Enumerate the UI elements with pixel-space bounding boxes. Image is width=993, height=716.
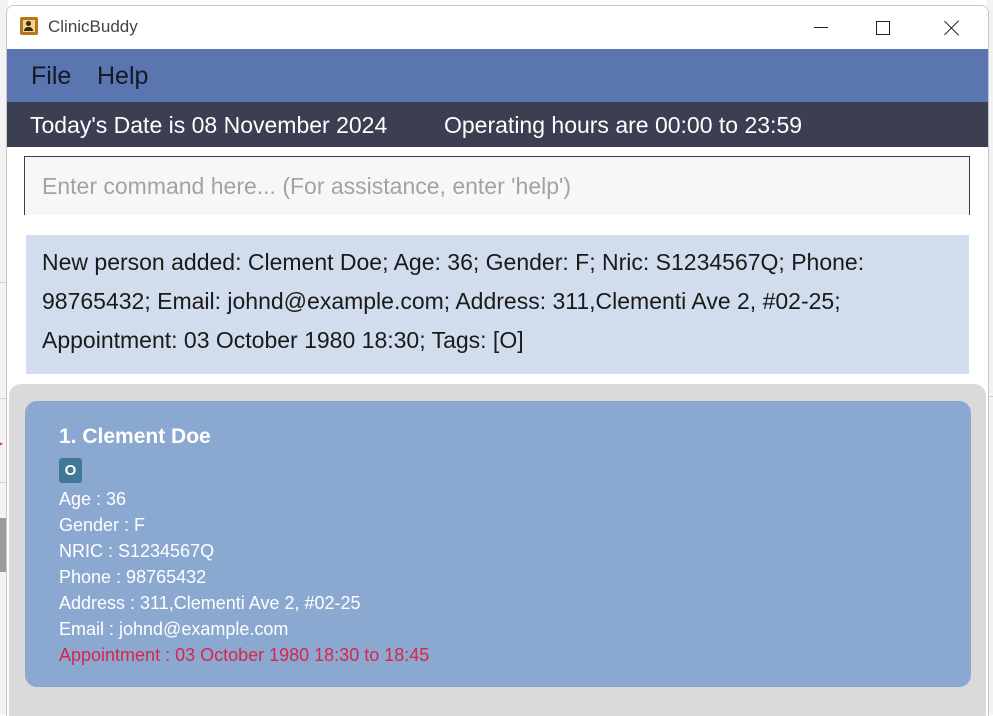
command-input[interactable] [25, 157, 969, 215]
tag-badge: O [59, 458, 82, 483]
person-gender: Gender : F [59, 515, 146, 535]
menu-bar: File Help [7, 49, 988, 102]
close-icon [944, 20, 960, 36]
person-email: Email : johnd@example.com [59, 619, 289, 639]
contact-book-icon [20, 17, 38, 35]
result-display[interactable]: New person added: Clement Doe; Age: 36; … [26, 235, 969, 374]
person-list-panel[interactable]: 1. Clement Doe O Age : 36 Gender : F NRI… [9, 384, 986, 716]
background-arrow-icon: ▸ [0, 436, 4, 450]
command-area [7, 147, 988, 215]
todays-date-text: Today's Date is 08 November 2024 [30, 112, 388, 138]
menu-file[interactable]: File [31, 62, 71, 90]
person-age: Age : 36 [59, 489, 127, 509]
close-button[interactable] [922, 6, 982, 49]
maximize-button[interactable] [853, 6, 913, 49]
app-window: ClinicBuddy File Help Today's Date is 08… [6, 5, 989, 716]
minimize-icon [814, 27, 828, 28]
operating-hours-text: Operating hours are 00:00 to 23:59 [444, 112, 803, 138]
menu-help[interactable]: Help [97, 62, 148, 90]
minimize-button[interactable] [791, 6, 851, 49]
result-display-area: New person added: Clement Doe; Age: 36; … [7, 215, 988, 385]
maximize-icon [876, 20, 890, 35]
person-nric: NRIC : S1234567Q [59, 541, 215, 561]
person-address: Address : 311,Clementi Ave 2, #02-25 [59, 593, 361, 613]
command-box [24, 156, 970, 215]
person-card[interactable]: 1. Clement Doe O Age : 36 Gender : F NRI… [25, 401, 971, 687]
person-phone: Phone : 98765432 [59, 567, 207, 587]
result-message: New person added: Clement Doe; Age: 36; … [42, 249, 865, 353]
window-title: ClinicBuddy [48, 17, 138, 36]
person-name: 1. Clement Doe [59, 425, 211, 448]
status-bar: Today's Date is 08 November 2024 Operati… [7, 102, 988, 147]
person-appointment: Appointment : 03 October 1980 18:30 to 1… [59, 645, 430, 665]
title-bar[interactable]: ClinicBuddy [7, 6, 988, 49]
